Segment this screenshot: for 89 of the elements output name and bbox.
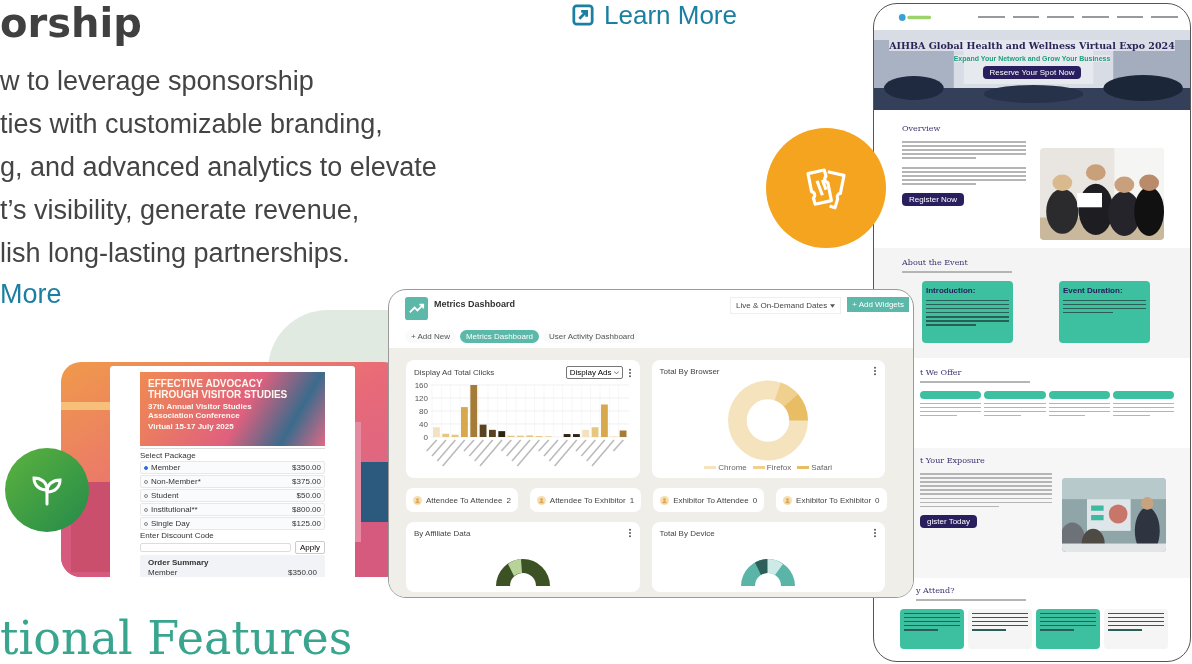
section-heading: orship [0,0,143,46]
stat-value: 0 [875,495,880,505]
dashboard-tab[interactable]: + Add New [405,330,456,343]
person-icon [660,495,670,505]
stat-label: Attendee To Attendee [426,495,503,505]
person-icon [536,495,546,505]
external-link-icon [572,4,594,26]
card-title: Event Duration: [1063,285,1124,295]
package-option[interactable]: Institutional** $800.00 [140,503,325,516]
axis-tick: 120 [415,393,429,403]
description-paragraph: w to leverage sponsorship ties with customizable branding, g, and advanced analytics to elevate t’s visibility, generate revenue, lish long-lasting partnerships. [0,65,437,270]
more-icon[interactable] [873,528,877,538]
section-title: About the Event [902,258,969,267]
axis-tick: 80 [419,406,429,416]
more-link[interactable]: More [0,275,62,313]
stat-value: 2 [506,495,511,505]
summary-title: Order Summary [148,558,210,567]
register-button[interactable]: gister Today [920,515,977,529]
trend-icon [405,297,428,320]
ads-dropdown[interactable]: Display Ads [565,366,623,379]
conference-title: EFFECTIVE ADVOCACY THROUGH VISITOR STUDIES [148,378,289,400]
conference-dates: Virtual 15-17 July 2025 [148,422,235,431]
section-title: Overview [902,124,942,133]
register-button[interactable]: Register Now [902,192,964,206]
package-name: Student [151,491,180,500]
text-lines-drawing [1048,402,1110,417]
hero-title: AIHBA Global Health and Wellness Virtual Expo 2024 [889,40,1175,51]
person-icon [783,495,793,505]
card-title: Introduction: [926,285,977,295]
package-name: Institutional** [151,505,199,514]
package-price: $125.00 [292,519,321,528]
stat-label: Exhibitor To Attendee [673,495,749,505]
legend-label: Firefox [766,463,792,472]
radio-button[interactable] [144,465,148,470]
more-icon[interactable] [627,528,632,538]
axis-tick: 0 [423,432,429,442]
card-title: Total By Device [659,528,715,538]
card-title: Display Ad Total Clicks [414,368,495,377]
reserve-button[interactable]: Reserve Your Spot Now [982,66,1082,79]
apply-button[interactable]: Apply [295,541,325,554]
more-icon[interactable] [627,367,632,378]
package-option[interactable]: Single Day $125.00 [140,517,325,530]
package-price: $800.00 [292,505,321,514]
stat-value: 1 [629,495,635,505]
text-lines-drawing [1108,612,1164,631]
stat-value: 0 [752,495,758,505]
summary-price: $350.00 [288,568,317,577]
more-icon[interactable] [873,366,877,376]
dashboard-tab[interactable]: User Activity Dashboard [543,330,641,343]
package-name: Single Day [151,519,191,528]
summary-item: Member [148,568,178,577]
package-price: $50.00 [296,491,321,500]
package-price: $350.00 [292,463,321,472]
person-icon [413,495,422,505]
section-title: t Your Exposure [920,456,986,465]
caret-icon [613,370,619,375]
text-lines-drawing [972,612,1028,631]
learn-more-link[interactable]: Learn More [572,0,737,30]
text-lines-drawing [1112,402,1174,417]
axis-tick: 40 [419,419,429,429]
section-title: t We Offer [920,368,963,377]
bar [563,434,571,437]
axis-tick: 160 [415,381,429,390]
conference-subtitle: 37th Annual Visitor Studies Association Conference [148,402,253,420]
stat-label: Exhibitor To Exhibitor [796,495,872,505]
text-lines-drawing [1040,612,1096,631]
card-title: Total By Browser [659,366,720,376]
section-title: y Attend? [916,586,956,595]
stat-label: Attendee To Exhibitor [549,495,626,505]
legend-label: Safari [811,463,833,472]
package-price: $375.00 [292,477,321,486]
legend-label: Chrome [718,463,747,472]
text-lines-drawing [984,402,1046,417]
dashboard-title: Metrics Dashboard [434,299,516,309]
package-name: Member [151,463,182,472]
form-label: Enter Discount Code [140,531,215,540]
package-option[interactable]: Student $50.00 [140,489,325,502]
section-heading: tional Features [0,612,353,664]
package-option[interactable]: Member $350.00 [140,461,325,474]
logo-icon [898,12,932,22]
text-lines-drawing [904,612,960,631]
discount-field[interactable] [140,543,291,552]
text-lines-drawing [920,402,982,417]
date-dropdown[interactable]: Live & On-Demand Dates [730,297,842,314]
package-name: Non-Member* [151,477,202,486]
form-label: Select Package [140,451,197,460]
package-option[interactable]: Non-Member* $375.00 [140,475,325,488]
card-title: By Affiliate Data [414,528,471,538]
caret-icon [830,303,836,308]
